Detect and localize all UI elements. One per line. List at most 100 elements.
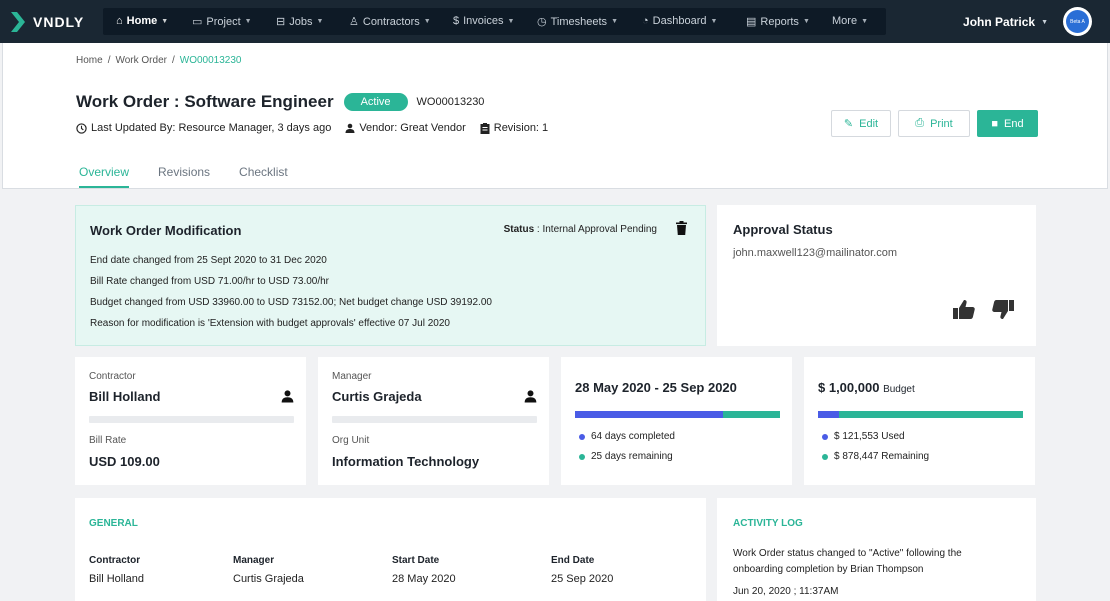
nav-item-more[interactable]: More ▼ (832, 15, 868, 27)
nav-item-project[interactable]: ▭ Project ▼ (192, 15, 252, 29)
nav-label: Contractors (362, 15, 420, 28)
dollar-icon: $ (453, 15, 460, 27)
stop-icon: ■ (991, 117, 999, 130)
activity-log-card: ACTIVITY LOG Work Order status changed t… (717, 498, 1036, 601)
user-menu[interactable]: John Patrick ▼ (963, 15, 1048, 29)
activity-title: ACTIVITY LOG (733, 518, 803, 529)
days-completed: 64 days completed (579, 431, 675, 442)
project-icon: ▭ (192, 16, 203, 28)
breadcrumb-work-order[interactable]: Work Order (115, 55, 167, 66)
vendor-text: Vendor: Great Vendor (359, 122, 466, 134)
nav-label: Dashboard (652, 15, 707, 27)
breadcrumb-separator: / (171, 55, 175, 66)
budget-amount: $ 1,00,000 (818, 380, 880, 395)
caret-down-icon: ▼ (507, 17, 515, 25)
nav-label: More (832, 15, 858, 27)
last-updated-text: Last Updated By: Resource Manager, 3 day… (91, 122, 332, 134)
blue-dot-icon (579, 433, 585, 440)
contractor-label: Contractor (89, 371, 136, 382)
avatar-text: Beta A (1066, 10, 1089, 33)
general-field-value: 25 Sep 2020 (551, 573, 614, 585)
user-name: John Patrick (963, 15, 1036, 29)
title-row: Work Order : Software Engineer Active WO… (76, 92, 484, 112)
contractor-name[interactable]: Bill Holland (89, 389, 161, 404)
status-badge: Active (343, 93, 408, 111)
caret-down-icon: ▼ (802, 18, 810, 25)
divider-bar (89, 416, 294, 423)
nav-item-home[interactable]: ⌂ Home ▼ (116, 15, 168, 27)
caret-down-icon: ▼ (244, 18, 252, 25)
nav-label: Home (126, 15, 158, 27)
days-progress-bar (575, 411, 780, 418)
person-icon (345, 123, 355, 133)
general-field-label: Manager (233, 555, 275, 566)
nav-item-invoices[interactable]: $ Invoices ▼ (453, 15, 514, 27)
nav-item-reports[interactable]: ▤ Reports ▼ (746, 15, 810, 29)
tab-bar: Overview Revisions Checklist (79, 165, 288, 188)
contractor-card: Contractor Bill Holland Bill Rate USD 10… (75, 357, 306, 485)
page-title: Work Order : Software Engineer (76, 92, 334, 111)
modification-line: Reason for modification is 'Extension wi… (90, 318, 450, 329)
end-label: End (1004, 117, 1024, 130)
brand-logo[interactable]: VNDLY (11, 12, 84, 32)
manager-name[interactable]: Curtis Grajeda (332, 389, 422, 404)
home-icon: ⌂ (116, 15, 123, 27)
vendor: Vendor: Great Vendor (345, 122, 466, 134)
days-remaining-text: 25 days remaining (591, 451, 673, 462)
bill-rate-value: USD 109.00 (89, 454, 160, 469)
end-button[interactable]: ■ End (977, 110, 1038, 137)
nav-item-jobs[interactable]: ⊟ Jobs ▼ (276, 15, 323, 29)
tab-overview[interactable]: Overview (79, 165, 130, 188)
avatar[interactable]: Beta A (1063, 7, 1092, 36)
breadcrumb-home[interactable]: Home (76, 55, 103, 66)
tab-checklist[interactable]: Checklist (239, 165, 288, 188)
activity-entry: Work Order status changed to "Active" fo… (733, 548, 962, 575)
caret-down-icon: ▼ (423, 18, 431, 25)
days-completed-text: 64 days completed (591, 431, 675, 442)
gauge-icon: ◔ (642, 15, 649, 27)
nav-label: Jobs (289, 15, 313, 28)
nav-label: Timesheets (550, 15, 608, 28)
budget-remaining-text: $ 878,447 Remaining (834, 451, 930, 462)
approver-email: john.maxwell123@mailinator.com (733, 247, 898, 259)
edit-button[interactable]: ✎ Edit (831, 110, 891, 137)
meta-row: Last Updated By: Resource Manager, 3 day… (76, 122, 548, 134)
caret-down-icon: ▼ (611, 18, 618, 25)
budget-used-text: $ 121,553 Used (834, 431, 905, 442)
trash-icon[interactable] (676, 221, 687, 235)
general-manager: Manager Curtis Grajeda (233, 555, 304, 585)
print-button[interactable]: ⎙ Print (898, 110, 970, 137)
caret-down-icon: ▼ (161, 17, 169, 25)
pencil-icon: ✎ (843, 118, 854, 130)
approval-actions (953, 300, 1014, 319)
breadcrumb: Home / Work Order / WO00013230 (76, 55, 241, 66)
divider-bar (332, 416, 537, 423)
modification-line: End date changed from 25 Sept 2020 to 31… (90, 255, 327, 266)
org-unit-label: Org Unit (332, 435, 370, 446)
brand-chevron-icon (11, 12, 25, 32)
caret-down-icon: ▼ (710, 17, 718, 25)
general-field-label: Start Date (392, 555, 440, 566)
bill-rate-label: Bill Rate (89, 435, 127, 446)
person-icon (524, 390, 537, 403)
budget-progress-fill (818, 411, 839, 418)
printer-icon: ⎙ (915, 117, 925, 129)
contractors-icon: ♙ (349, 16, 359, 28)
thumbs-up-icon[interactable] (953, 300, 975, 319)
activity-timestamp: Jun 20, 2020 ; 11:37AM (733, 586, 839, 597)
breadcrumb-current: WO00013230 (179, 55, 242, 66)
nav-label: Invoices (463, 15, 504, 27)
green-dot-icon (579, 453, 585, 460)
revision: Revision: 1 (480, 122, 548, 134)
budget-remaining: $ 878,447 Remaining (822, 451, 929, 462)
print-label: Print (930, 117, 953, 130)
thumbs-down-icon[interactable] (992, 300, 1014, 319)
general-title: GENERAL (89, 518, 138, 529)
clock-icon (76, 122, 87, 134)
nav-item-timesheets[interactable]: ◷ Timesheets ▼ (537, 15, 618, 29)
tab-revisions[interactable]: Revisions (158, 165, 210, 188)
modification-line: Budget changed from USD 33960.00 to USD … (90, 297, 492, 308)
manager-card: Manager Curtis Grajeda Org Unit Informat… (318, 357, 549, 485)
nav-item-dashboard[interactable]: ◔ Dashboard ▼ (642, 15, 717, 27)
nav-item-contractors[interactable]: ♙ Contractors ▼ (349, 15, 431, 29)
